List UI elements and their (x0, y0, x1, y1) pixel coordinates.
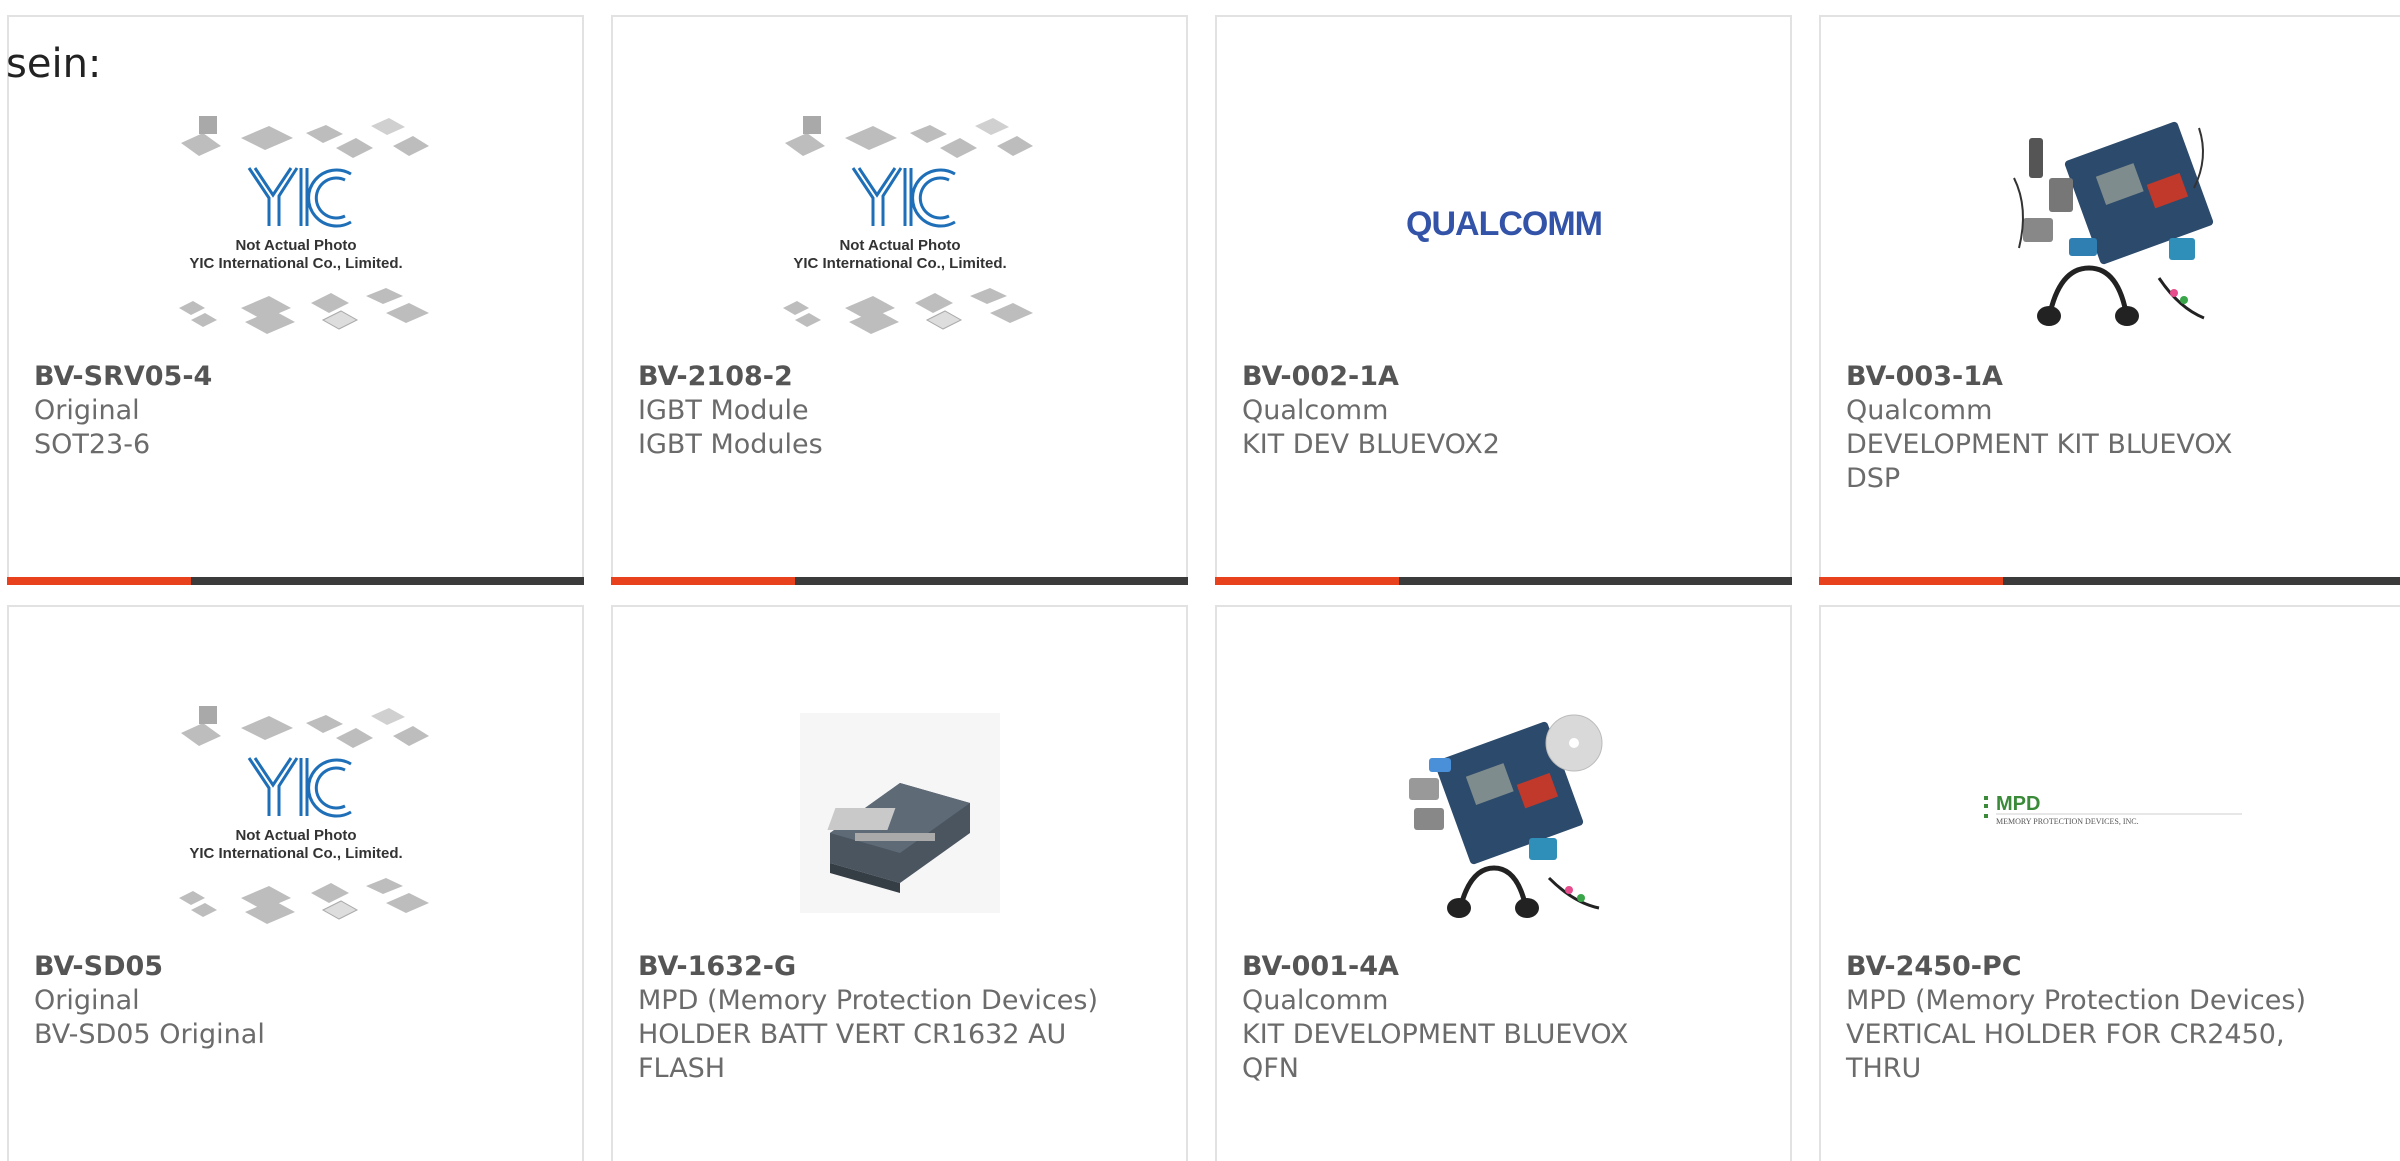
card-accent-bar (1819, 577, 2400, 585)
placeholder-line2: YIC International Co., Limited. (189, 255, 402, 272)
dev-kit-photo (1408, 714, 1602, 918)
product-info: BV-1632-G MPD (Memory Protection Devices… (638, 950, 1166, 1086)
description: SOT23-6 (34, 429, 151, 460)
part-number[interactable]: BV-003-1A (1846, 360, 2387, 394)
placeholder-line2: YIC International Co., Limited. (189, 845, 402, 862)
description: KIT DEVELOPMENT BLUEVOX QFN (1242, 1019, 1629, 1084)
qualcomm-logo: QUALCOMM (1406, 205, 1603, 243)
mpd-logo-text: MPD (1996, 793, 2040, 815)
description: HOLDER BATT VERT CR1632 AU FLASH (638, 1019, 1067, 1084)
product-card[interactable]: Not Actual Photo YIC International Co., … (7, 605, 584, 1161)
product-card[interactable]: BV-003-1A Qualcomm DEVELOPMENT KIT BLUEV… (1819, 15, 2400, 585)
placeholder-line1: Not Actual Photo (839, 237, 960, 254)
part-number[interactable]: BV-001-4A (1242, 950, 1770, 984)
part-number[interactable]: BV-2450-PC (1846, 950, 2387, 984)
manufacturer: Original (34, 395, 140, 426)
product-info: BV-002-1A Qualcomm KIT DEV BLUEVOX2 (1242, 360, 1770, 462)
card-accent-bar (1215, 577, 1792, 585)
placeholder-line1: Not Actual Photo (235, 827, 356, 844)
yic-placeholder-image: Not Actual Photo YIC International Co., … (178, 706, 429, 924)
manufacturer: IGBT Module (638, 395, 809, 426)
accent-segment (1819, 577, 2003, 585)
product-info: BV-2108-2 IGBT Module IGBT Modules (638, 360, 1166, 462)
manufacturer: MPD (Memory Protection Devices) (638, 985, 1098, 1016)
yic-placeholder-image: Not Actual Photo YIC International Co., … (178, 116, 429, 334)
description: VERTICAL HOLDER FOR CR2450, THRU (1846, 1019, 2285, 1084)
yic-placeholder-image: Not Actual Photo YIC International Co., … (782, 116, 1033, 334)
product-grid-page: sein: Not Actual Photo YIC International… (0, 0, 2400, 1161)
product-info: BV-001-4A Qualcomm KIT DEVELOPMENT BLUEV… (1242, 950, 1770, 1086)
description: KIT DEV BLUEVOX2 (1242, 429, 1500, 460)
product-info: BV-SD05 Original BV-SD05 Original (34, 950, 562, 1052)
part-number[interactable]: BV-SD05 (34, 950, 562, 984)
battery-holder-photo (799, 713, 1000, 913)
part-number[interactable]: BV-1632-G (638, 950, 1166, 984)
product-image[interactable]: Not Actual Photo YIC International Co., … (9, 667, 582, 959)
description: BV-SD05 Original (34, 1019, 265, 1050)
lead-text: sein: (6, 41, 102, 87)
product-card[interactable]: BV-1632-G MPD (Memory Protection Devices… (611, 605, 1188, 1161)
description: IGBT Modules (638, 429, 823, 460)
product-info: BV-2450-PC MPD (Memory Protection Device… (1846, 950, 2387, 1086)
product-info: BV-SRV05-4 Original SOT23-6 (34, 360, 562, 462)
dev-kit-photo (2013, 121, 2214, 326)
product-card[interactable]: Not Actual Photo YIC International Co., … (7, 15, 584, 585)
part-number[interactable]: BV-SRV05-4 (34, 360, 562, 394)
product-card[interactable]: Not Actual Photo YIC International Co., … (611, 15, 1188, 585)
product-info: BV-003-1A Qualcomm DEVELOPMENT KIT BLUEV… (1846, 360, 2387, 496)
qualcomm-logo-text: QUALCOMM (1406, 205, 1602, 243)
product-image[interactable]: Not Actual Photo YIC International Co., … (9, 77, 582, 369)
placeholder-line1: Not Actual Photo (235, 237, 356, 254)
accent-segment (611, 577, 795, 585)
card-accent-bar (7, 577, 584, 585)
placeholder-line2: YIC International Co., Limited. (793, 255, 1006, 272)
accent-segment (7, 577, 191, 585)
part-number[interactable]: BV-2108-2 (638, 360, 1166, 394)
part-number[interactable]: BV-002-1A (1242, 360, 1770, 394)
manufacturer: Qualcomm (1846, 395, 1993, 426)
manufacturer: Qualcomm (1242, 985, 1389, 1016)
product-image[interactable]: Not Actual Photo YIC International Co., … (613, 77, 1186, 369)
product-card[interactable]: QUALCOMM BV-002-1A Qualcomm KIT DEV BLUE… (1215, 15, 1792, 585)
product-card[interactable]: BV-001-4A Qualcomm KIT DEVELOPMENT BLUEV… (1215, 605, 1792, 1161)
product-image[interactable] (613, 667, 1186, 959)
manufacturer: Original (34, 985, 140, 1016)
product-card[interactable]: MPD MEMORY PROTECTION DEVICES, INC. BV-2… (1819, 605, 2400, 1161)
product-image[interactable]: MPD MEMORY PROTECTION DEVICES, INC. (1821, 667, 2400, 959)
product-image[interactable]: QUALCOMM (1217, 77, 1790, 369)
mpd-logo-subtext: MEMORY PROTECTION DEVICES, INC. (1996, 817, 2139, 826)
manufacturer: MPD (Memory Protection Devices) (1846, 985, 2306, 1016)
product-image[interactable] (1821, 77, 2400, 369)
product-image[interactable] (1217, 667, 1790, 959)
mpd-logo: MPD MEMORY PROTECTION DEVICES, INC. (1984, 793, 2242, 826)
description: DEVELOPMENT KIT BLUEVOX DSP (1846, 429, 2233, 494)
accent-segment (1215, 577, 1399, 585)
manufacturer: Qualcomm (1242, 395, 1389, 426)
card-accent-bar (611, 577, 1188, 585)
